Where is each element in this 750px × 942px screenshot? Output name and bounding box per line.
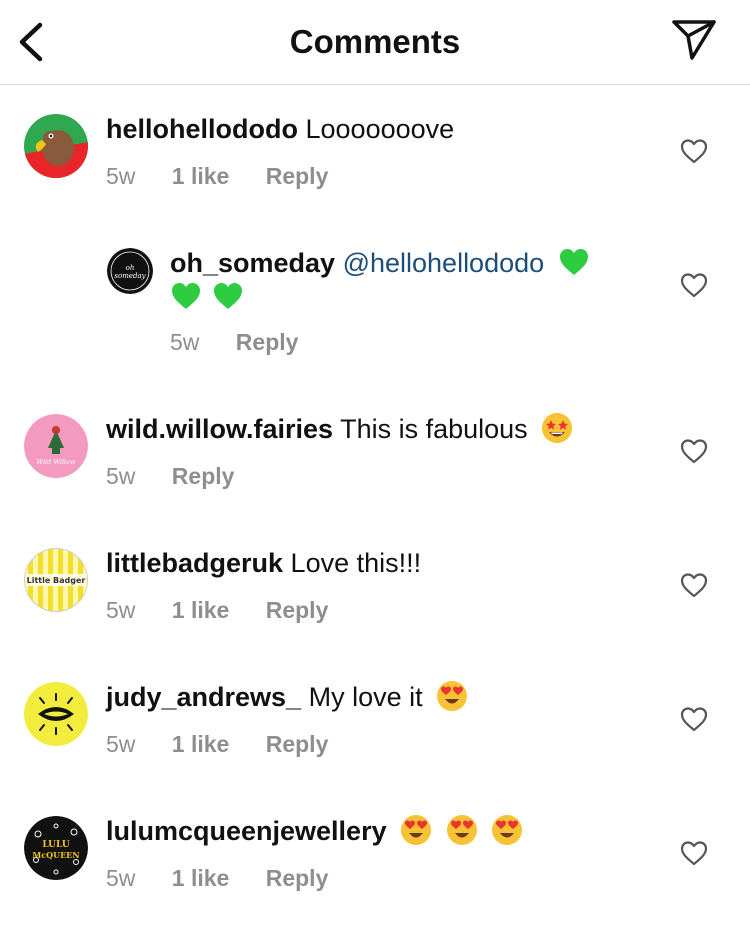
comment-username[interactable]: wild.willow.fairies (106, 414, 333, 444)
heart-outline-icon[interactable] (680, 572, 708, 598)
header-bar: Comments (0, 0, 750, 85)
comment-username[interactable]: judy_andrews_ (106, 682, 301, 712)
green-heart-emoji (558, 246, 590, 278)
heart-eyes-emoji (400, 814, 432, 846)
comment-time: 5w (106, 163, 136, 189)
comment-time: 5w (106, 865, 136, 891)
avatar[interactable]: oh someday (107, 248, 153, 294)
avatar[interactable] (24, 114, 88, 178)
comment-time: 5w (170, 329, 200, 355)
avatar[interactable] (24, 682, 88, 746)
heart-eyes-emoji (436, 680, 468, 712)
svg-text:LULU: LULU (42, 840, 70, 850)
heart-outline-icon[interactable] (680, 438, 708, 464)
svg-text:Wild Willow: Wild Willow (36, 458, 76, 466)
comment-username[interactable]: littlebadgeruk (106, 548, 283, 578)
share-button[interactable] (670, 18, 718, 62)
comment-username[interactable]: hellohellododo (106, 114, 298, 144)
reply-button[interactable]: Reply (172, 462, 235, 490)
comment-text: This is fabulous (340, 414, 528, 444)
green-heart-emoji (212, 280, 244, 312)
comment-time: 5w (106, 597, 136, 623)
reply-button[interactable]: Reply (266, 162, 329, 190)
comment-username[interactable]: lulumcqueenjewellery (106, 816, 387, 846)
comment-username[interactable]: oh_someday (170, 248, 335, 278)
green-heart-emoji (170, 280, 202, 312)
comment-likes[interactable]: 1 like (172, 162, 230, 190)
heart-outline-icon[interactable] (680, 138, 708, 164)
heart-eyes-emoji (491, 814, 523, 846)
comment-likes[interactable]: 1 like (172, 596, 230, 624)
page-title: Comments (289, 23, 461, 60)
heart-outline-icon[interactable] (680, 840, 708, 866)
heart-outline-icon[interactable] (680, 272, 708, 298)
reply-button[interactable]: Reply (266, 864, 329, 892)
svg-text:Little Badger: Little Badger (27, 576, 86, 585)
star-struck-emoji (541, 412, 573, 444)
avatar[interactable]: LULU McQUEEN (24, 816, 88, 880)
comment-text: Love this!!! (290, 548, 422, 578)
svg-text:oh: oh (126, 264, 135, 272)
comment-time: 5w (106, 463, 136, 489)
send-icon (672, 20, 716, 60)
reply-button[interactable]: Reply (266, 596, 329, 624)
comment-text: Looooooove (305, 114, 455, 144)
comment-likes[interactable]: 1 like (172, 864, 230, 892)
avatar[interactable]: Little Badger (24, 548, 88, 612)
reply-button[interactable]: Reply (236, 328, 299, 356)
avatar[interactable]: Wild Willow (24, 414, 88, 478)
svg-text:someday: someday (114, 272, 146, 280)
comment-mention[interactable]: @hellohellododo (343, 248, 545, 278)
comment-time: 5w (106, 731, 136, 757)
comment-text: My love it (308, 682, 423, 712)
reply-button[interactable]: Reply (266, 730, 329, 758)
svg-text:McQUEEN: McQUEEN (32, 850, 79, 860)
heart-outline-icon[interactable] (680, 706, 708, 732)
heart-eyes-emoji (446, 814, 478, 846)
comment-likes[interactable]: 1 like (172, 730, 230, 758)
